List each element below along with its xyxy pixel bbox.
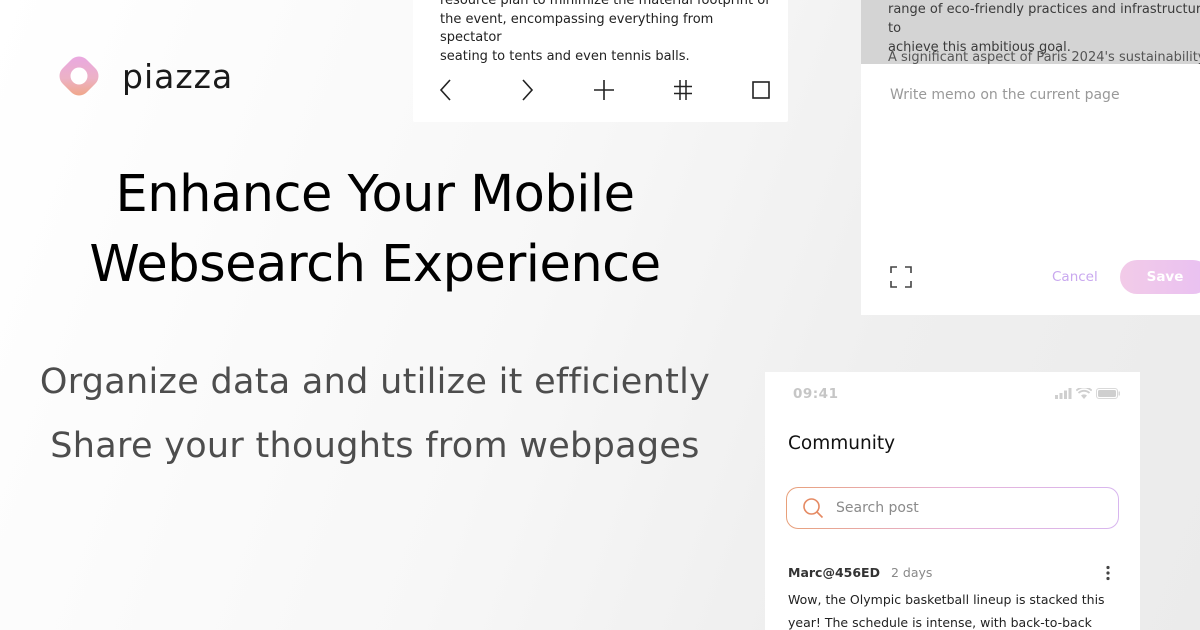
hero-headline: Enhance Your Mobile Websearch Experience	[30, 160, 720, 300]
reader-card: resource plan to minimize the material f…	[413, 0, 788, 122]
battery-icon	[1096, 388, 1120, 399]
memo-article-preview: range of eco-friendly practices and infr…	[861, 0, 1200, 64]
add-button[interactable]	[592, 78, 616, 102]
save-button[interactable]: Save	[1120, 260, 1200, 294]
post-author[interactable]: Marc@456ED	[788, 565, 880, 580]
post-line: Wow, the Olympic basketball lineup is st…	[788, 592, 1105, 607]
forward-icon	[521, 79, 533, 101]
search-icon	[803, 498, 824, 519]
piazza-logo-icon	[59, 56, 99, 96]
hero-subtitle-2: Share your thoughts from webpages	[50, 426, 700, 466]
wifi-icon	[1076, 388, 1092, 399]
headline-line-1: Enhance Your Mobile	[115, 165, 635, 224]
forward-button[interactable]	[514, 78, 538, 102]
article-line: seating to tents and even tennis balls.	[440, 48, 690, 64]
cancel-button[interactable]: Cancel	[1052, 269, 1098, 285]
post-line: year! The schedule is intense, with back…	[788, 614, 1092, 630]
back-icon	[439, 79, 451, 101]
signal-icon	[1055, 388, 1072, 399]
back-button[interactable]	[435, 78, 459, 102]
search-input[interactable]: Search post	[786, 487, 1119, 529]
expand-icon[interactable]	[890, 266, 912, 288]
memo-panel: range of eco-friendly practices and infr…	[861, 0, 1200, 315]
hashtag-button[interactable]	[671, 78, 695, 102]
article-line: the event, encompassing everything from …	[440, 11, 714, 46]
tabs-icon	[752, 81, 770, 99]
article-line: range of eco-friendly practices and infr…	[888, 2, 1200, 36]
article-text: resource plan to minimize the material f…	[440, 0, 770, 66]
post-body[interactable]: Wow, the Olympic basketball lineup is st…	[788, 589, 1108, 630]
headline-line-2: Websearch Experience	[89, 235, 661, 294]
status-bar-icons	[1055, 388, 1120, 399]
hero-subtitle-1: Organize data and utilize it efficiently	[39, 362, 711, 402]
add-icon	[594, 80, 614, 100]
tabs-button[interactable]	[749, 78, 773, 102]
search-placeholder: Search post	[836, 500, 919, 516]
browser-toolbar	[435, 78, 773, 102]
community-screen: 09:41 Community Search post Marc@456ED 2…	[765, 372, 1140, 630]
brand-name: piazza	[122, 56, 234, 96]
article-line: A significant aspect of Paris 2024's sus…	[888, 50, 1200, 64]
post-timestamp: 2 days	[891, 565, 933, 580]
article-line: resource plan to minimize the material f…	[440, 0, 770, 8]
status-time: 09:41	[793, 386, 839, 402]
page-title: Community	[788, 433, 896, 454]
hashtag-icon	[673, 80, 692, 100]
brand-logo: piazza	[54, 51, 233, 101]
more-options-icon[interactable]	[1101, 565, 1115, 581]
memo-input[interactable]: Write memo on the current page	[890, 87, 1120, 103]
